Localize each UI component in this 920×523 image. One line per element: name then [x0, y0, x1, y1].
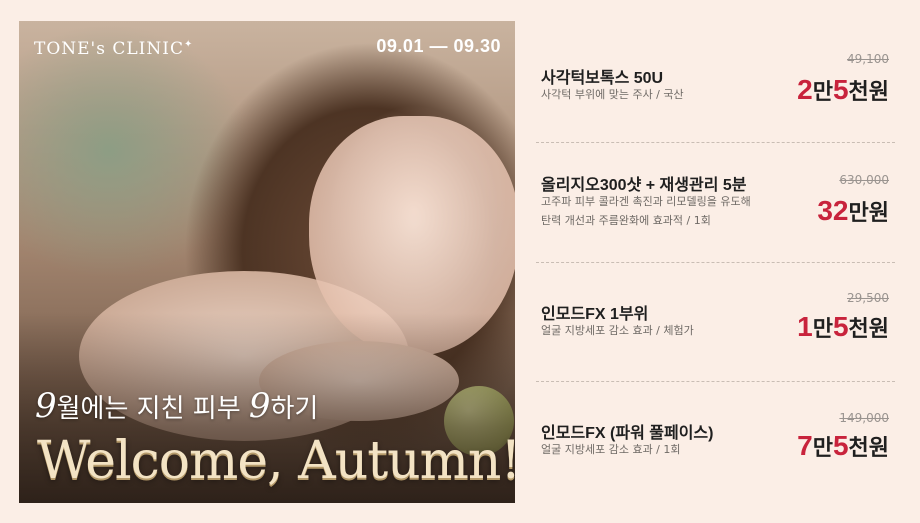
event-period: 09.01 — 09.30 — [376, 36, 501, 56]
sale-price: 7만5천원 — [797, 430, 889, 462]
price-number: 2 — [797, 74, 813, 105]
sparkle-icon: ✦ — [183, 39, 194, 50]
tagline: 9월에는 지친 피부 9하기 — [35, 386, 318, 426]
price-unit: 만 — [812, 316, 833, 341]
price-number: 32 — [817, 195, 849, 226]
item-description: 얼굴 지방세포 감소 효과 / 1회 — [541, 440, 681, 459]
desc-line: 얼굴 지방세포 감소 효과 / 1회 — [541, 443, 681, 456]
price-unit: 천원 — [848, 79, 889, 104]
price-unit: 만 — [812, 435, 833, 460]
original-price: 630,000 — [839, 173, 889, 187]
tagline-text: 하기 — [270, 394, 319, 424]
price-number: 7 — [797, 430, 813, 461]
price-number: 5 — [832, 430, 849, 461]
tagline-number: 9 — [248, 386, 271, 426]
sale-price: 32만원 — [817, 195, 889, 227]
tagline-text: 월에는 지친 피부 — [56, 394, 249, 424]
divider — [536, 381, 895, 382]
price-number: 5 — [832, 74, 849, 105]
original-price: 49,100 — [847, 52, 889, 66]
price-number: 5 — [832, 311, 849, 342]
price-unit: 만 — [812, 79, 833, 104]
promo-list: 사각턱보톡스 50U 사각턱 부위에 맞는 주사 / 국산 49,100 2만5… — [536, 21, 895, 503]
desc-line: 사각턱 부위에 맞는 주사 / 국산 — [541, 88, 684, 101]
original-price: 149,000 — [839, 411, 889, 425]
sale-price: 2만5천원 — [797, 74, 889, 106]
sale-price: 1만5천원 — [797, 311, 889, 343]
desc-line: 얼굴 지방세포 감소 효과 / 체험가 — [541, 324, 694, 337]
divider — [536, 142, 895, 143]
welcome-headline: Welcome, Autumn! — [37, 431, 515, 491]
item-description: 사각턱 부위에 맞는 주사 / 국산 — [541, 85, 684, 104]
price-unit: 천원 — [848, 435, 889, 460]
price-number: 1 — [797, 311, 813, 342]
item-description: 얼굴 지방세포 감소 효과 / 체험가 — [541, 321, 694, 340]
divider — [536, 262, 895, 263]
item-description: 고주파 피부 콜라겐 촉진과 리모델링을 유도해 탄력 개선과 주름완화에 효과… — [541, 192, 751, 230]
desc-line: 고주파 피부 콜라겐 촉진과 리모델링을 유도해 — [541, 195, 751, 208]
desc-line: 탄력 개선과 주름완화에 효과적 / 1회 — [541, 214, 711, 227]
clinic-logo: TONE's CLINIC✦ — [34, 39, 193, 59]
hero-banner: TONE's CLINIC✦ 09.01 — 09.30 9월에는 지친 피부 … — [19, 21, 515, 503]
original-price: 29,500 — [847, 291, 889, 305]
price-unit: 만원 — [848, 200, 889, 225]
tagline-number: 9 — [35, 386, 57, 426]
price-unit: 천원 — [848, 316, 889, 341]
brand-text: TONE's CLINIC — [34, 39, 184, 59]
